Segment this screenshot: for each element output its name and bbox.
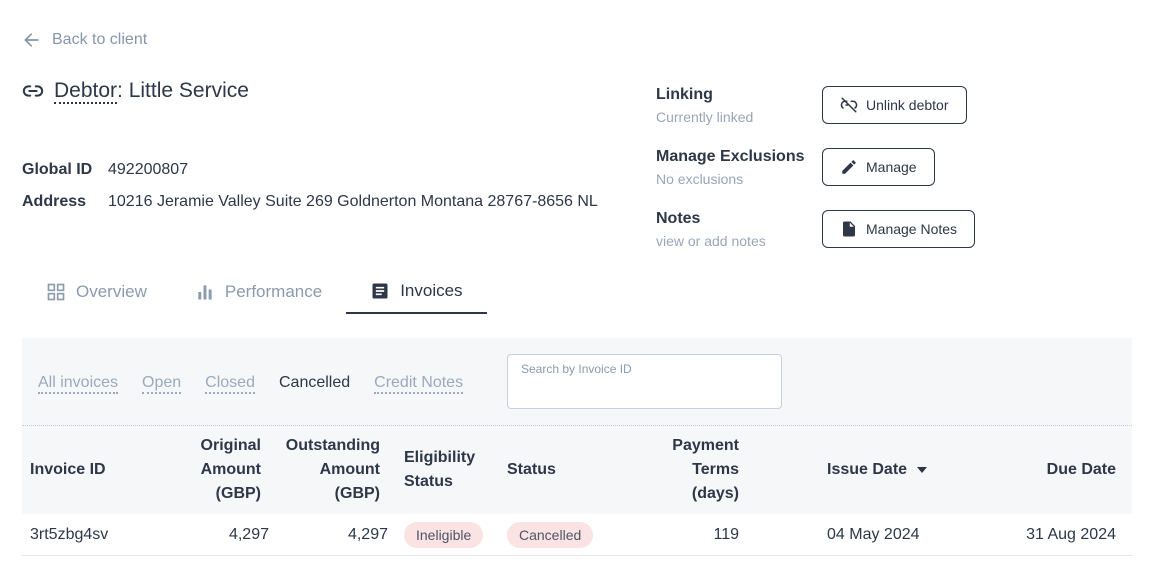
header-eligibility-line2: Status: [404, 473, 453, 490]
back-label: Back to client: [52, 31, 148, 48]
filter-all-invoices[interactable]: All invoices: [38, 374, 119, 394]
tab-overview[interactable]: Overview: [22, 270, 171, 314]
linking-title: Linking: [656, 86, 713, 103]
unlink-icon: [840, 97, 858, 113]
arrow-left-icon: [24, 33, 39, 47]
header-original-line3: (GBP): [215, 485, 261, 502]
address-value: 10216 Jeramie Valley Suite 269 Goldnerto…: [108, 193, 598, 210]
header-outstanding-line2: Amount: [319, 461, 380, 478]
header-status[interactable]: Status: [507, 458, 556, 482]
header-outstanding-amount[interactable]: Outstanding Amount (GBP): [286, 434, 380, 506]
address-label: Address: [22, 193, 87, 210]
header-issue-date-label: Issue Date: [827, 461, 908, 478]
tab-performance-label: Performance: [224, 282, 323, 301]
status-badge: Cancelled: [507, 522, 594, 548]
header-terms-line1: Payment: [672, 437, 739, 454]
search-label: Search by Invoice ID: [521, 362, 632, 376]
unlink-debtor-label: Unlink debtor: [866, 97, 949, 113]
header-eligibility-line1: Eligibility: [404, 449, 476, 466]
global-id-row: Global ID 492200807: [22, 161, 188, 179]
invoice-filters: All invoices Open Closed Cancelled Credi…: [38, 374, 464, 394]
header-invoice-id[interactable]: Invoice ID: [30, 458, 106, 482]
address-row: Address 10216 Jeramie Valley Suite 269 G…: [22, 193, 598, 211]
cell-due-date: 31 Aug 2024: [1026, 526, 1116, 543]
header-due-date[interactable]: Due Date: [1047, 458, 1116, 482]
back-to-client-link[interactable]: Back to client: [22, 30, 147, 50]
header-original-amount[interactable]: Original Amount (GBP): [201, 434, 261, 506]
manage-notes-label: Manage Notes: [866, 221, 958, 237]
grid-icon: [47, 283, 65, 301]
exclusions-title: Manage Exclusions: [656, 148, 805, 165]
eligibility-badge: Ineligible: [404, 522, 484, 548]
header-original-line2: Amount: [200, 461, 261, 478]
title-separator: :: [117, 79, 129, 102]
header-issue-date[interactable]: Issue Date: [827, 458, 928, 482]
tab-performance[interactable]: Performance: [171, 270, 346, 314]
filter-closed[interactable]: Closed: [205, 374, 255, 394]
header-original-line1: Original: [200, 437, 261, 454]
header-outstanding-line1: Outstanding: [285, 437, 380, 454]
table-row[interactable]: 3rt5zbg4sv 4,297 4,297 Ineligible Cancel…: [22, 514, 1132, 556]
cell-invoice-id: 3rt5zbg4sv: [30, 526, 109, 543]
link-icon: [22, 85, 44, 97]
page-title: Debtor: Little Service: [22, 79, 249, 104]
tab-invoices-label: Invoices: [400, 281, 463, 300]
unlink-debtor-button[interactable]: Unlink debtor: [822, 86, 967, 124]
tab-invoices[interactable]: Invoices: [346, 270, 487, 314]
header-terms-line2: Terms: [692, 461, 739, 478]
filter-credit-notes[interactable]: Credit Notes: [374, 374, 464, 394]
invoice-search-field[interactable]: Search by Invoice ID: [507, 354, 782, 409]
exclusions-sub: No exclusions: [656, 171, 744, 187]
title-prefix: Debtor: [54, 79, 118, 104]
cell-outstanding-amount: 4,297: [347, 526, 388, 543]
debtor-name: Little Service: [128, 79, 249, 102]
search-input[interactable]: [520, 379, 770, 403]
cell-payment-terms: 119: [713, 526, 739, 543]
global-id-label: Global ID: [22, 161, 93, 178]
pencil-icon: [842, 160, 856, 174]
notes-sub: view or add notes: [656, 233, 766, 249]
header-eligibility-status[interactable]: Eligibility Status: [404, 446, 475, 494]
cell-issue-date: 04 May 2024: [827, 526, 920, 543]
tab-bar: Overview Performance Invoices: [22, 270, 487, 314]
notes-title: Notes: [656, 210, 701, 227]
exclusions-section: Manage Exclusions No exclusions: [656, 148, 805, 187]
global-id-value: 492200807: [108, 161, 189, 178]
document-icon: [372, 283, 388, 299]
linking-sub: Currently linked: [656, 109, 754, 125]
header-outstanding-line3: (GBP): [334, 485, 380, 502]
linking-section: Linking Currently linked: [656, 86, 753, 125]
notes-section: Notes view or add notes: [656, 210, 766, 249]
manage-label: Manage: [866, 159, 917, 175]
bar-chart-icon: [198, 285, 212, 300]
tab-overview-label: Overview: [76, 282, 147, 301]
manage-notes-button[interactable]: Manage Notes: [822, 210, 976, 248]
table-header: Invoice ID Original Amount (GBP) Outstan…: [22, 426, 1132, 514]
sort-desc-icon: [917, 467, 928, 473]
invoices-panel: All invoices Open Closed Cancelled Credi…: [22, 338, 1132, 556]
header-terms-line3: (days): [691, 485, 739, 502]
filter-cancelled[interactable]: Cancelled: [279, 374, 350, 394]
title-text: Debtor: Little Service: [54, 79, 249, 104]
file-icon: [843, 221, 855, 237]
manage-exclusions-button[interactable]: Manage: [822, 148, 935, 186]
cell-original-amount: 4,297: [228, 526, 269, 543]
header-payment-terms[interactable]: Payment Terms (days): [672, 434, 739, 506]
filter-open[interactable]: Open: [142, 374, 182, 394]
